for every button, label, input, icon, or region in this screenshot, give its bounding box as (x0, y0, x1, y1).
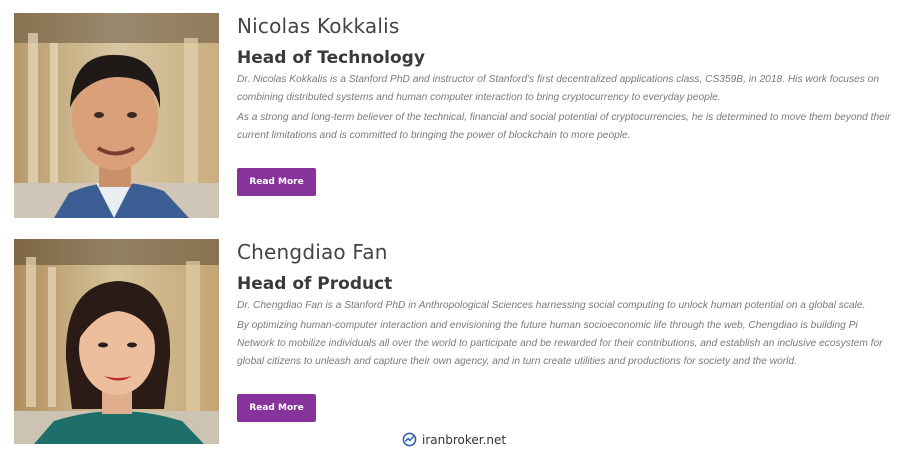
portrait-photo (14, 239, 219, 444)
member-name: Nicolas Kokkalis (237, 14, 400, 38)
team-member-card: Nicolas Kokkalis Head of Technology Dr. … (14, 13, 892, 218)
member-role: Head of Technology (237, 48, 425, 68)
team-member-card: Chengdiao Fan Head of Product Dr. Chengd… (14, 239, 890, 444)
member-info: Nicolas Kokkalis Head of Technology Dr. … (237, 13, 892, 196)
member-info: Chengdiao Fan Head of Product Dr. Chengd… (237, 239, 892, 422)
member-role: Head of Product (237, 274, 393, 294)
read-more-button[interactable]: Read More (237, 394, 316, 422)
portrait-photo (14, 13, 219, 218)
watermark-text: iranbroker.net (422, 432, 507, 447)
read-more-button[interactable]: Read More (237, 168, 316, 196)
portrait-man-image (14, 13, 219, 218)
member-bio-paragraph: By optimizing human-computer interaction… (237, 320, 883, 367)
member-bio-paragraph: Dr. Nicolas Kokkalis is a Stanford PhD a… (237, 74, 879, 103)
member-bio-paragraph: Dr. Chengdiao Fan is a Stanford PhD in A… (237, 300, 866, 311)
member-name: Chengdiao Fan (237, 240, 388, 264)
chart-check-icon (402, 432, 417, 447)
watermark: iranbroker.net (402, 432, 506, 447)
member-bio-paragraph: As a strong and long-term believer of th… (237, 112, 891, 141)
portrait-woman-image (14, 239, 219, 444)
